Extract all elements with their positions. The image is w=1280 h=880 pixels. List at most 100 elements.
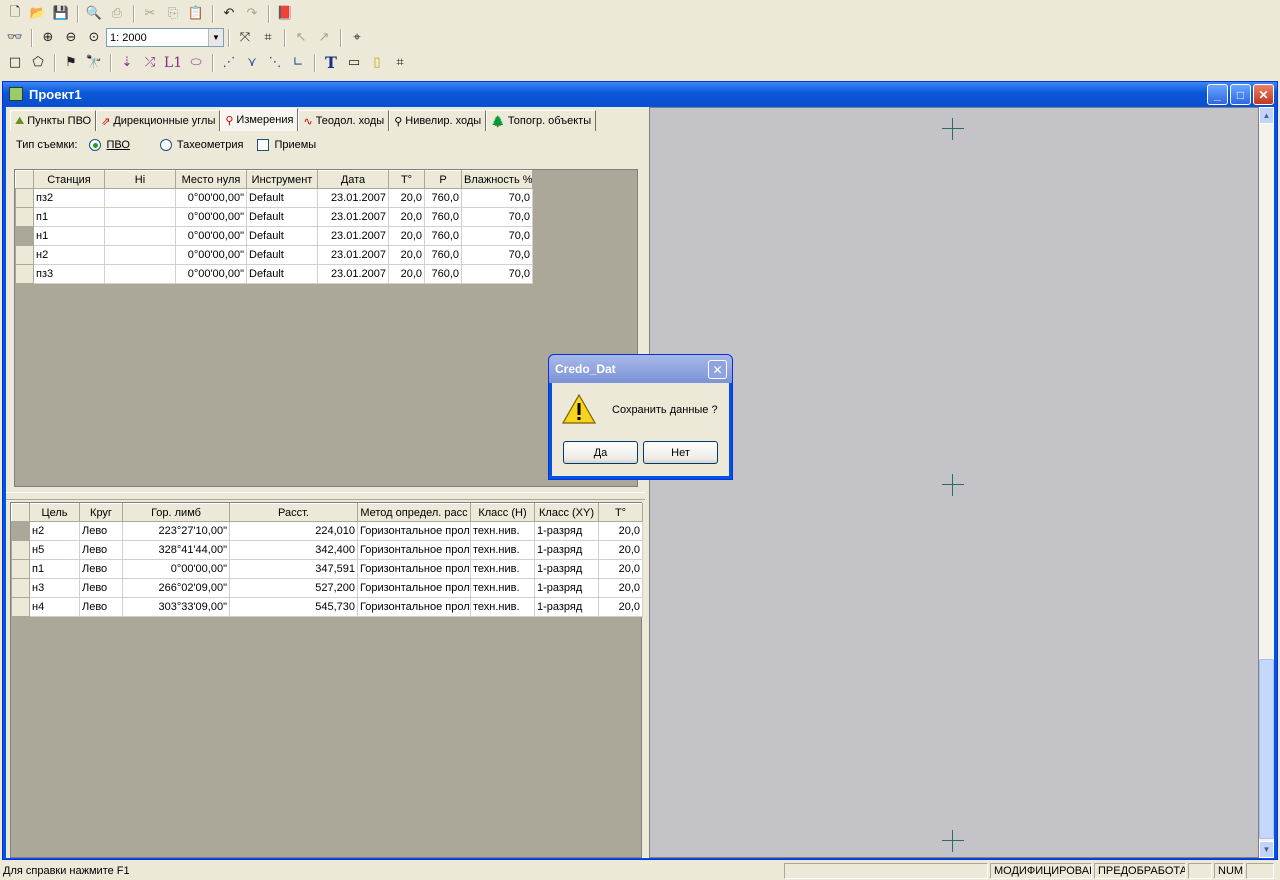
traverse-line-icon[interactable]: ⤮ bbox=[139, 52, 161, 74]
table-cell[interactable]: 0°00'00,00" bbox=[175, 245, 247, 265]
table-cell[interactable]: 1-разряд bbox=[534, 597, 599, 617]
row-indicator[interactable] bbox=[15, 188, 34, 208]
new-file-icon[interactable]: 🗋 bbox=[4, 3, 26, 25]
table-cell[interactable]: н4 bbox=[29, 597, 80, 617]
table-cell[interactable]: 20,0 bbox=[598, 540, 643, 560]
cut-icon[interactable]: ✂ bbox=[139, 3, 161, 25]
table-row[interactable]: п1 0°00'00,00" Default 23.01.2007 20,0 760,0 7… bbox=[15, 207, 533, 227]
radio-tacheometry[interactable] bbox=[159, 139, 172, 151]
polyline-icon[interactable]: ⋰ bbox=[218, 52, 240, 74]
table-cell[interactable]: 0°00'00,00" bbox=[175, 264, 247, 284]
table-cell[interactable]: 70,0 bbox=[461, 188, 533, 208]
column-header[interactable]: Класс (H) bbox=[470, 503, 535, 522]
table-cell[interactable]: Горизонтальное прол bbox=[357, 578, 471, 598]
pan-back-icon[interactable]: ↖ bbox=[290, 27, 312, 49]
table-cell[interactable]: 0°00'00,00" bbox=[175, 226, 247, 246]
row-indicator[interactable] bbox=[15, 245, 34, 265]
column-header[interactable]: Круг bbox=[79, 503, 123, 522]
table-cell[interactable]: Default bbox=[246, 207, 318, 227]
column-header[interactable]: Гор. лимб bbox=[122, 503, 230, 522]
angle-tool-icon[interactable]: ∟ bbox=[287, 52, 309, 74]
table-cell[interactable]: п1 bbox=[33, 207, 105, 227]
table-cell[interactable]: 545,730 bbox=[229, 597, 358, 617]
zoom-extents-icon[interactable]: ⤧ bbox=[234, 27, 256, 49]
frame-icon[interactable]: ▭ bbox=[343, 52, 365, 74]
table-cell[interactable]: 70,0 bbox=[461, 245, 533, 265]
table-cell[interactable]: 23.01.2007 bbox=[317, 207, 389, 227]
point-edit-icon[interactable]: ⚑ bbox=[60, 52, 82, 74]
table-cell[interactable]: н3 bbox=[29, 578, 80, 598]
table-cell[interactable]: Горизонтальное прол bbox=[357, 540, 471, 560]
table-cell[interactable]: 347,591 bbox=[229, 559, 358, 579]
table-cell[interactable]: 0°00'00,00" bbox=[175, 188, 247, 208]
tab-measurements[interactable]: ⚲ Измерения bbox=[220, 108, 299, 131]
table-cell[interactable]: н2 bbox=[29, 521, 80, 541]
row-indicator[interactable] bbox=[11, 521, 30, 541]
table-cell[interactable]: Default bbox=[246, 188, 318, 208]
table-cell[interactable]: н5 bbox=[29, 540, 80, 560]
table-cell[interactable]: техн.нив. bbox=[470, 521, 535, 541]
vertical-scrollbar[interactable]: ▲ ▼ bbox=[1259, 107, 1274, 858]
column-header[interactable]: Место нуля bbox=[175, 170, 247, 189]
table-cell[interactable]: 760,0 bbox=[424, 264, 462, 284]
table-cell[interactable]: 1-разряд bbox=[534, 521, 599, 541]
scroll-down-icon[interactable]: ▼ bbox=[1259, 841, 1274, 858]
table-cell[interactable]: Default bbox=[246, 264, 318, 284]
table-cell[interactable]: 70,0 bbox=[461, 207, 533, 227]
table-cell[interactable]: 70,0 bbox=[461, 264, 533, 284]
table-cell[interactable]: 328°41'44,00" bbox=[122, 540, 230, 560]
redo-icon[interactable]: ↷ bbox=[241, 3, 263, 25]
table-cell[interactable]: пз2 bbox=[33, 188, 105, 208]
table-cell[interactable] bbox=[104, 207, 176, 227]
crop-icon[interactable]: ⌗ bbox=[389, 52, 411, 74]
paste-icon[interactable]: 📋 bbox=[185, 3, 207, 25]
table-cell[interactable]: Горизонтальное прол bbox=[357, 559, 471, 579]
column-header[interactable]: T° bbox=[598, 503, 643, 522]
no-button[interactable]: Нет bbox=[643, 441, 718, 464]
table-row[interactable]: п1 Лево 0°00'00,00" 347,591 Горизонтальное п… bbox=[11, 559, 643, 579]
column-header[interactable]: Расст. bbox=[229, 503, 358, 522]
tab-leveling[interactable]: ⚲ Нивелир. ходы bbox=[389, 110, 487, 131]
row-indicator[interactable] bbox=[11, 540, 30, 560]
dialog-titlebar[interactable]: Credo_Dat bbox=[549, 355, 732, 383]
undo-icon[interactable]: ↶ bbox=[218, 3, 240, 25]
corner-cell[interactable] bbox=[11, 503, 30, 522]
table-cell[interactable]: н2 bbox=[33, 245, 105, 265]
row-indicator[interactable] bbox=[15, 226, 34, 246]
table-row[interactable]: пз2 0°00'00,00" Default 23.01.2007 20,0 760,0… bbox=[15, 188, 533, 208]
scale-select[interactable]: 1: 2000 ▼ bbox=[106, 28, 224, 47]
table-cell[interactable]: техн.нив. bbox=[470, 597, 535, 617]
table-cell[interactable]: техн.нив. bbox=[470, 578, 535, 598]
table-cell[interactable]: техн.нив. bbox=[470, 559, 535, 579]
table-cell[interactable]: 266°02'09,00" bbox=[122, 578, 230, 598]
tab-points[interactable]: ⛰ Пункты ПВО bbox=[10, 110, 97, 131]
table-cell[interactable]: 20,0 bbox=[598, 597, 643, 617]
panel-splitter[interactable] bbox=[6, 492, 645, 500]
table-cell[interactable]: 0°00'00,00" bbox=[122, 559, 230, 579]
table-cell[interactable]: Горизонтальное прол bbox=[357, 597, 471, 617]
table-cell[interactable]: Default bbox=[246, 226, 318, 246]
tab-directions[interactable]: ⇗ Дирекционные углы bbox=[96, 110, 221, 131]
table-cell[interactable] bbox=[104, 245, 176, 265]
find-icon[interactable]: 🔭 bbox=[83, 52, 105, 74]
table-cell[interactable]: 20,0 bbox=[388, 264, 425, 284]
table-cell[interactable]: 70,0 bbox=[461, 226, 533, 246]
row-indicator[interactable] bbox=[11, 597, 30, 617]
polygon-select-icon[interactable]: ⬠ bbox=[27, 52, 49, 74]
table-cell[interactable]: 20,0 bbox=[388, 245, 425, 265]
chevron-down-icon[interactable]: ▼ bbox=[208, 29, 223, 46]
table-cell[interactable]: н1 bbox=[33, 226, 105, 246]
copy-icon[interactable]: ⎘ bbox=[162, 3, 184, 25]
yes-button[interactable]: Да bbox=[563, 441, 638, 464]
column-header[interactable]: Станция bbox=[33, 170, 105, 189]
open-folder-icon[interactable]: 📂 bbox=[27, 3, 49, 25]
tab-theodolite[interactable]: ∿ Теодол. ходы bbox=[298, 110, 390, 131]
dialog-close-icon[interactable]: ✕ bbox=[708, 360, 727, 379]
table-cell[interactable]: Горизонтальное прол bbox=[357, 521, 471, 541]
scroll-up-icon[interactable]: ▲ bbox=[1259, 107, 1274, 124]
table-cell[interactable]: 224,010 bbox=[229, 521, 358, 541]
zoom-out-icon[interactable]: ⊖ bbox=[60, 27, 82, 49]
checkbox-receptions[interactable] bbox=[257, 139, 270, 151]
zoom-xy-icon[interactable]: ⌗ bbox=[257, 27, 279, 49]
table-cell[interactable]: Лево bbox=[79, 540, 123, 560]
